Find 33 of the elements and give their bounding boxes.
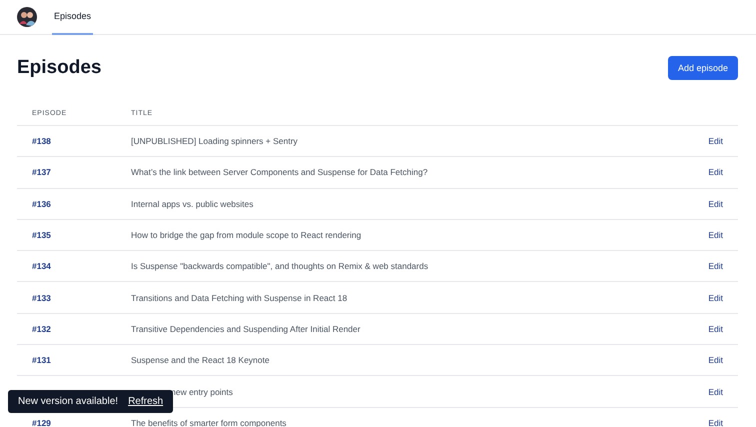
- episode-link[interactable]: #137: [17, 167, 131, 178]
- episode-title: Transitions and Data Fetching with Suspense in React 18: [131, 292, 348, 303]
- edit-link[interactable]: Edit: [708, 355, 738, 366]
- toast-message: New version available!: [18, 396, 118, 407]
- episode-title: Is Suspense "backwards compatible", and thoughts on Remix & web standards: [131, 261, 428, 272]
- episode-link[interactable]: #133: [17, 292, 131, 303]
- edit-link[interactable]: Edit: [708, 230, 738, 240]
- episode-title: Transitive Dependencies and Suspending After Initial Render: [131, 324, 360, 334]
- episode-title: Internal apps vs. public websites: [131, 198, 254, 209]
- episode-title: How to bridge the gap from module scope to React rendering: [131, 230, 362, 240]
- episode-title: What’s the link between Server Components and Suspense for Data Fetching?: [131, 167, 428, 178]
- add-episode-button[interactable]: Add episode: [668, 56, 738, 80]
- episode-link[interactable]: #129: [17, 418, 131, 427]
- edit-link[interactable]: Edit: [708, 198, 738, 209]
- edit-link[interactable]: Edit: [708, 167, 738, 178]
- nav-tab[interactable]: Episodes: [52, 0, 94, 34]
- edit-link[interactable]: Edit: [708, 386, 738, 397]
- edit-link[interactable]: Edit: [708, 324, 738, 334]
- episode-link[interactable]: #138: [17, 136, 131, 146]
- episode-link[interactable]: #135: [17, 230, 131, 240]
- episode-link[interactable]: #136: [17, 198, 131, 209]
- page-title: Episodes: [17, 57, 102, 79]
- edit-link[interactable]: Edit: [708, 261, 738, 272]
- episode-link[interactable]: #132: [17, 324, 131, 334]
- edit-link[interactable]: Edit: [708, 292, 738, 303]
- episode-title: Suspense and the React 18 Keynote: [131, 355, 270, 366]
- edit-link[interactable]: Edit: [708, 136, 738, 146]
- refresh-link[interactable]: Refresh: [128, 396, 164, 407]
- episode-title: [UNPUBLISHED] Loading spinners + Sentry: [131, 136, 298, 146]
- avatar: [17, 7, 37, 27]
- episode-link[interactable]: #131: [17, 355, 131, 366]
- episode-link[interactable]: #134: [17, 261, 131, 272]
- edit-link[interactable]: Edit: [708, 418, 738, 427]
